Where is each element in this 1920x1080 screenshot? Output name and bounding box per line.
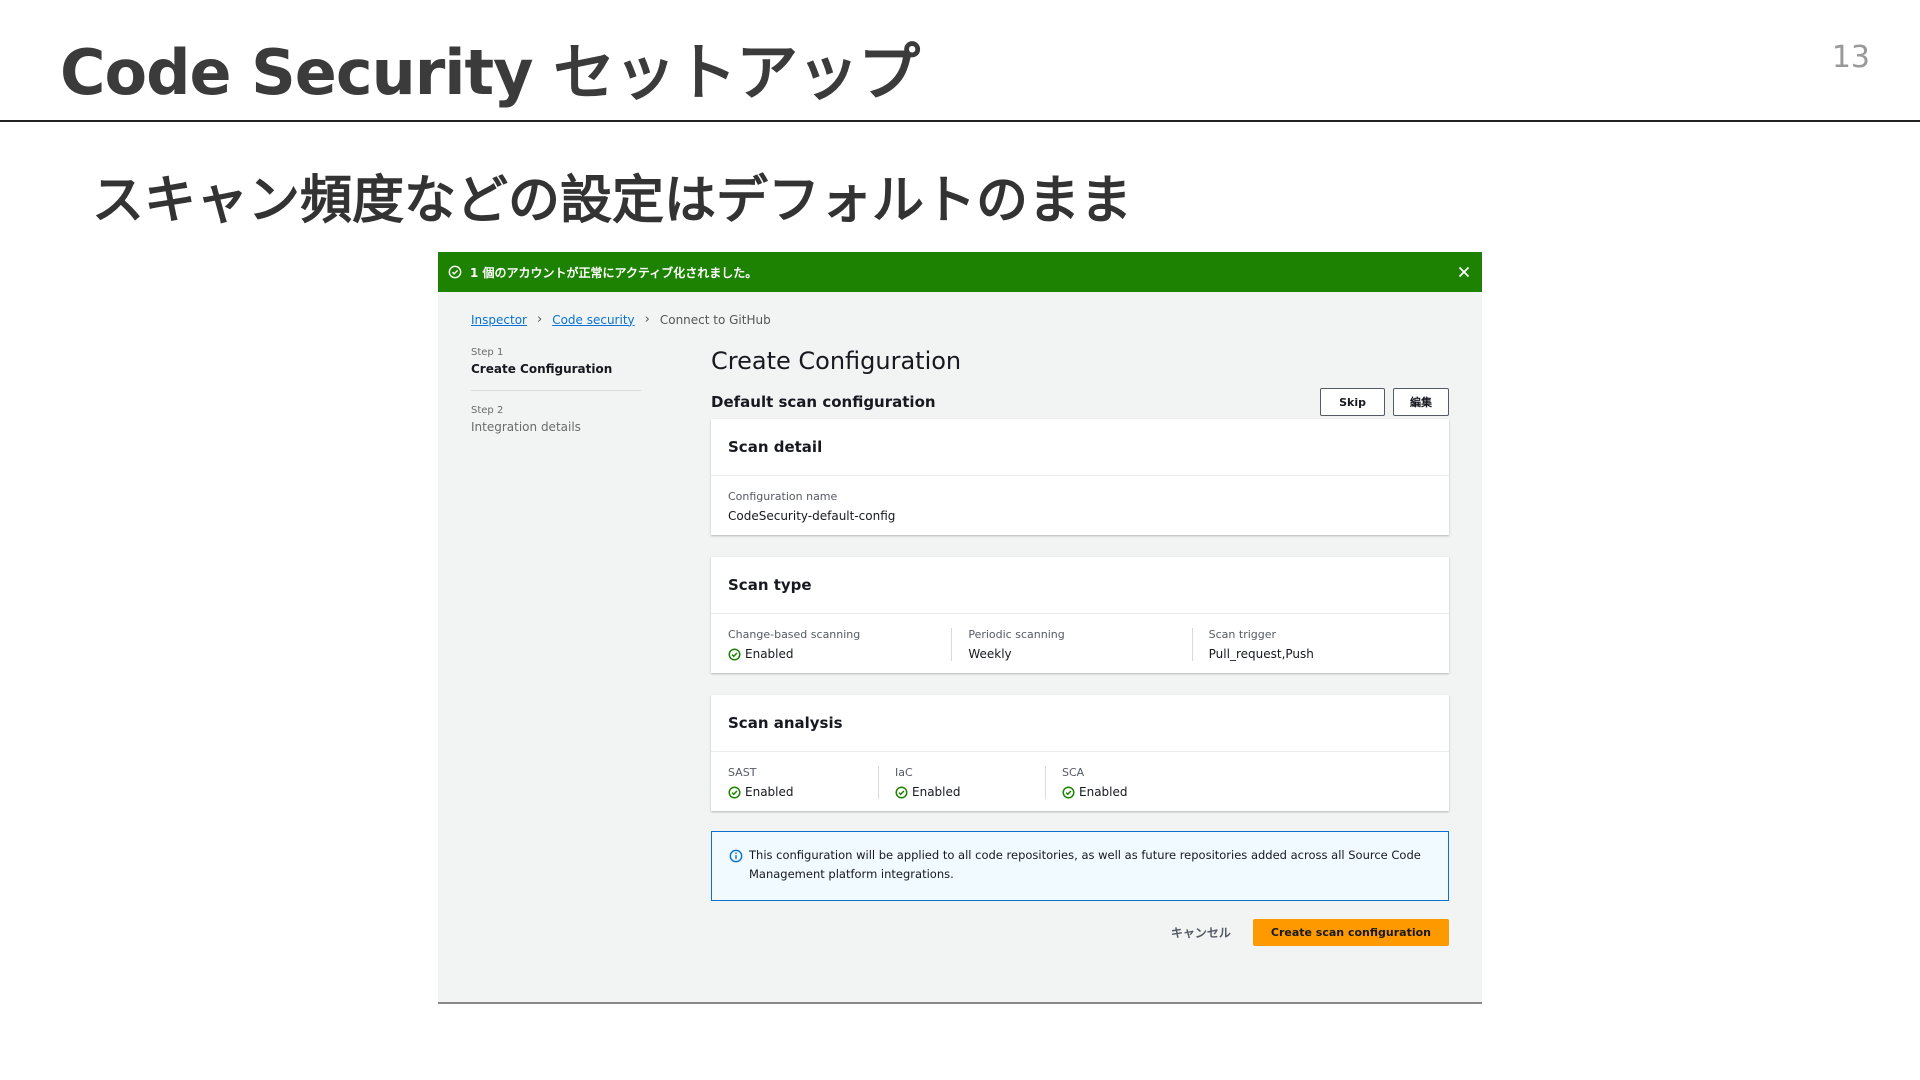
main-content: Create Configuration Default scan config… [711, 347, 1449, 946]
sast-value: Enabled [745, 785, 794, 799]
info-alert: This configuration will be applied to al… [711, 831, 1449, 901]
chevron-right-icon: › [644, 312, 650, 327]
wizard-steps: Step 1 Create Configuration Step 2 Integ… [471, 347, 641, 434]
console-screenshot: 1 個のアカウントが正常にアクティブ化されました。 Inspector › Co… [438, 252, 1482, 1004]
sca-key: SCA [1062, 766, 1085, 779]
change-based-value: Enabled [745, 647, 794, 661]
config-name-key: Configuration name [728, 490, 838, 503]
sca-value: Enabled [1079, 785, 1128, 799]
step-1-title: Create Configuration [471, 362, 613, 376]
info-text: This configuration will be applied to al… [749, 848, 1421, 881]
section-actions: Skip 編集 [1320, 388, 1449, 416]
status-success-icon [728, 647, 741, 661]
info-icon [729, 849, 743, 863]
slide-title: Code Security セットアップ [60, 36, 920, 109]
cancel-button[interactable]: キャンセル [1171, 924, 1231, 941]
page-number: 13 [1831, 40, 1870, 75]
flash-message: 1 個のアカウントが正常にアクティブ化されました。 [470, 265, 758, 280]
scan-analysis-title: Scan analysis [711, 695, 1449, 752]
scan-trigger-key: Scan trigger [1208, 628, 1277, 641]
page-heading: Create Configuration [711, 347, 962, 375]
chevron-right-icon: › [536, 312, 543, 327]
breadcrumb-code-security[interactable]: Code security [552, 313, 634, 327]
scan-detail-card: Scan detail Configuration name CodeSecur… [711, 419, 1449, 535]
status-success-icon [895, 785, 908, 799]
edit-button[interactable]: 編集 [1393, 388, 1449, 416]
config-name-value: CodeSecurity-default-config [728, 509, 896, 523]
scan-detail-title: Scan detail [711, 419, 1449, 476]
scan-type-title: Scan type [711, 557, 1449, 614]
status-success-icon [728, 785, 741, 799]
status-success-icon [1062, 785, 1075, 799]
scan-analysis-card: Scan analysis SAST Enabled IaC Enabled S… [711, 695, 1449, 811]
breadcrumb: Inspector › Code security › Connect to G… [471, 312, 771, 327]
periodic-value: Weekly [968, 647, 1012, 661]
scan-type-card: Scan type Change-based scanning Enabled … [711, 557, 1449, 673]
title-divider [0, 120, 1920, 122]
breadcrumb-current: Connect to GitHub [659, 312, 771, 327]
skip-button[interactable]: Skip [1320, 388, 1385, 416]
step-2-label: Step 2 [471, 405, 504, 416]
section-header: Default scan configuration Skip 編集 [711, 387, 1449, 417]
form-actions: キャンセル Create scan configuration [711, 919, 1449, 946]
breadcrumb-inspector[interactable]: Inspector [471, 313, 527, 327]
step-2-title: Integration details [471, 420, 581, 434]
slide-subtitle: スキャン頻度などの設定はデフォルトのまま [92, 171, 1133, 231]
change-based-key: Change-based scanning [728, 628, 861, 641]
iac-value: Enabled [912, 785, 961, 799]
scan-trigger-value: Pull_request,Push [1208, 647, 1314, 661]
sast-key: SAST [728, 766, 757, 779]
success-flashbar: 1 個のアカウントが正常にアクティブ化されました。 [438, 252, 1482, 292]
step-divider [471, 390, 641, 391]
section-label: Default scan configuration [711, 393, 936, 411]
step-1-label: Step 1 [471, 347, 504, 358]
iac-key: IaC [895, 766, 913, 779]
periodic-key: Periodic scanning [968, 628, 1065, 641]
close-icon[interactable] [1456, 264, 1472, 280]
create-scan-configuration-button[interactable]: Create scan configuration [1252, 919, 1449, 946]
check-circle-icon [448, 265, 462, 279]
